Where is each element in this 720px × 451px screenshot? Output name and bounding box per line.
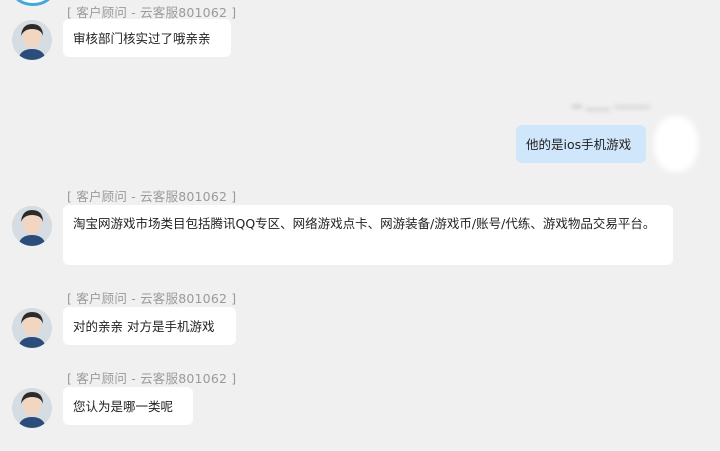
agent-message-bubble: 您认为是哪一类呢 [63, 387, 193, 425]
agent-avatar[interactable] [12, 308, 52, 348]
message-sender-label: [ 客户顾问 - 云客服801062 ] [67, 291, 237, 306]
agent-message-bubble: 淘宝网游戏市场类目包括腾讯QQ专区、网络游戏点卡、网游装备/游戏币/账号/代练、… [63, 205, 673, 265]
message-text: 审核部门核实过了哦亲亲 [73, 31, 211, 46]
agent-avatar[interactable] [12, 20, 52, 60]
user-message-bubble: 他的是ios手机游戏 [516, 125, 646, 163]
agent-avatar-icon [12, 206, 52, 246]
agent-message-bubble: 对的亲亲 对方是手机游戏 [63, 307, 236, 345]
redacted-name-shape [572, 105, 650, 111]
agent-message-bubble: 审核部门核实过了哦亲亲 [63, 19, 231, 57]
message-text: 淘宝网游戏市场类目包括腾讯QQ专区、网络游戏点卡、网游装备/游戏币/账号/代练、… [73, 216, 656, 231]
message-text: 他的是ios手机游戏 [526, 137, 632, 152]
agent-avatar-icon [12, 20, 52, 60]
agent-avatar-icon [12, 388, 52, 428]
message-text: 对的亲亲 对方是手机游戏 [73, 319, 215, 334]
agent-avatar[interactable] [12, 388, 52, 428]
agent-avatar-icon [12, 308, 52, 348]
message-text: 您认为是哪一类呢 [73, 399, 174, 414]
agent-avatar[interactable] [12, 206, 52, 246]
message-sender-label: [ 客户顾问 - 云客服801062 ] [67, 189, 237, 204]
agent-avatar-partial [12, 0, 54, 6]
message-sender-label: [ 客户顾问 - 云客服801062 ] [67, 371, 237, 386]
user-avatar-redacted [654, 116, 698, 172]
user-name-redacted [570, 102, 656, 118]
